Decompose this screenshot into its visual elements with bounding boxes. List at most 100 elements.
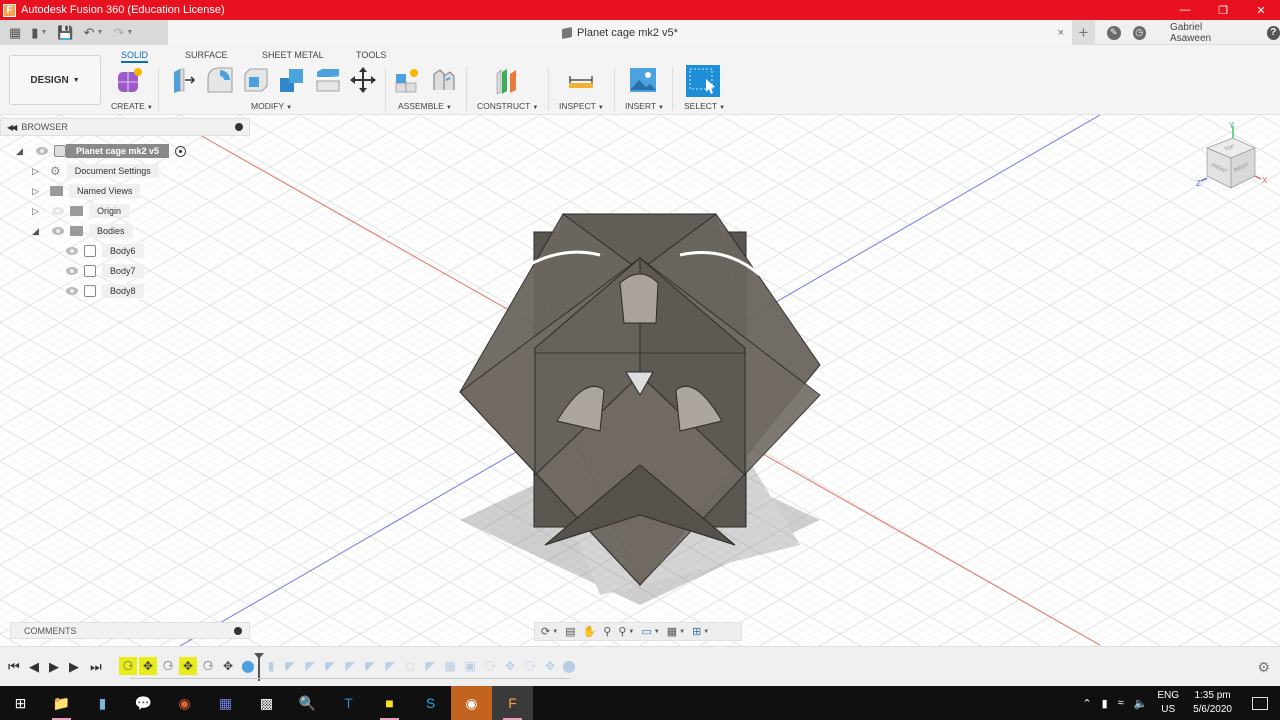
timeline-fillet-icon[interactable]: ◤ bbox=[321, 657, 339, 675]
orbit-icon[interactable]: ⟳ bbox=[541, 625, 550, 638]
new-tab-button[interactable]: + bbox=[1072, 20, 1096, 45]
collapse-browser-icon[interactable]: ◀◀ bbox=[7, 123, 17, 132]
media-player-icon[interactable]: ◉ bbox=[164, 686, 205, 720]
timeline-move-icon[interactable]: ✥ bbox=[219, 657, 237, 675]
collapsed-triangle-icon[interactable]: ▷ bbox=[32, 206, 44, 217]
browser-item-body7[interactable]: Body7 bbox=[66, 263, 144, 279]
press-pull-icon[interactable] bbox=[170, 66, 198, 94]
timeline-fillet-icon[interactable]: ◤ bbox=[421, 657, 439, 675]
select-icon[interactable] bbox=[686, 65, 720, 97]
split-body-icon[interactable] bbox=[314, 66, 342, 94]
browser-item-body8[interactable]: Body8 bbox=[66, 283, 144, 299]
joint-icon[interactable] bbox=[430, 66, 458, 94]
go-to-start-button[interactable]: ⏮ bbox=[8, 659, 20, 675]
notifications-icon[interactable] bbox=[1252, 696, 1268, 710]
canvas-grid[interactable] bbox=[0, 115, 1280, 646]
show-hidden-icons-chevron[interactable]: ⌃ bbox=[1082, 697, 1091, 710]
modify-menu[interactable]: MODIFY ▼ bbox=[251, 101, 292, 111]
hidden-eye-icon[interactable] bbox=[52, 207, 64, 215]
timeline-fillet-icon[interactable]: ◤ bbox=[361, 657, 379, 675]
sticky-notes-icon[interactable]: ■ bbox=[369, 686, 410, 720]
tab-surface[interactable]: SURFACE bbox=[185, 50, 228, 60]
pan-hand-icon[interactable]: ✋ bbox=[583, 625, 597, 638]
extensions-icon[interactable]: ✎ bbox=[1107, 25, 1121, 40]
timeline-component-icon[interactable]: ⚆ bbox=[199, 657, 217, 675]
user-name[interactable]: Gabriel Asaween bbox=[1170, 22, 1243, 44]
timeline-move-icon[interactable]: ✥ bbox=[139, 657, 157, 675]
notes-app-icon[interactable]: ▮ bbox=[82, 686, 123, 720]
zoom-icon[interactable]: ⚲ bbox=[603, 625, 611, 638]
timeline-move-icon[interactable]: ✥ bbox=[501, 657, 519, 675]
step-back-button[interactable]: ◀ bbox=[29, 659, 39, 675]
job-status-icon[interactable]: ◷ bbox=[1132, 25, 1146, 40]
help-icon[interactable]: ? bbox=[1266, 25, 1280, 40]
clock[interactable]: 1:35 pm 5/6/2020 bbox=[1193, 689, 1232, 717]
minimize-button[interactable]: — bbox=[1166, 0, 1204, 20]
timeline-component-icon[interactable]: ⚆ bbox=[521, 657, 539, 675]
select-menu[interactable]: SELECT ▼ bbox=[684, 101, 725, 111]
viewcube[interactable]: Y TOP FRONT RIGHT Z X bbox=[1195, 120, 1273, 195]
timeline-sphere-icon[interactable]: ⬤ bbox=[560, 657, 578, 675]
solar-app-icon[interactable]: ▦ bbox=[205, 686, 246, 720]
fillet-icon[interactable] bbox=[206, 66, 234, 94]
timeline-component-icon[interactable]: ⚆ bbox=[119, 657, 137, 675]
timeline-fillet-icon[interactable]: ◤ bbox=[301, 657, 319, 675]
add-comment-icon[interactable] bbox=[234, 627, 242, 635]
browser-item-origin[interactable]: ▷ Origin bbox=[32, 203, 130, 219]
measure-icon[interactable] bbox=[567, 66, 595, 94]
visibility-eye-icon[interactable] bbox=[66, 287, 78, 295]
timeline-sphere-icon[interactable]: ⬤ bbox=[239, 657, 257, 675]
timeline-sketch-icon[interactable]: □ bbox=[401, 657, 419, 675]
collapsed-triangle-icon[interactable]: ▷ bbox=[32, 166, 44, 177]
timeline-move-icon[interactable]: ✥ bbox=[179, 657, 197, 675]
inspect-menu[interactable]: INSPECT ▼ bbox=[559, 101, 604, 111]
step-forward-button[interactable]: ▶ bbox=[69, 659, 79, 675]
windows-start-icon[interactable]: ⊞ bbox=[0, 686, 41, 720]
root-component-label[interactable]: Planet cage mk2 v5 bbox=[66, 144, 170, 158]
go-to-end-button[interactable]: ⏭ bbox=[90, 659, 102, 675]
construct-menu[interactable]: CONSTRUCT ▼ bbox=[477, 101, 538, 111]
timeline-fillet-icon[interactable]: ◤ bbox=[381, 657, 399, 675]
timeline-combine-icon[interactable]: ▩ bbox=[441, 657, 459, 675]
timeline-shell-icon[interactable]: ▣ bbox=[461, 657, 479, 675]
close-tab-button[interactable]: × bbox=[1058, 27, 1064, 39]
insert-menu[interactable]: INSERT ▼ bbox=[625, 101, 664, 111]
expanded-triangle-icon[interactable]: ◢ bbox=[16, 146, 28, 157]
fusion360-taskbar-icon[interactable]: F bbox=[492, 686, 533, 720]
remote-desktop-icon[interactable]: 💬 bbox=[123, 686, 164, 720]
wifi-icon[interactable]: ≈ bbox=[1118, 697, 1124, 709]
grid-settings-icon[interactable]: ▦ bbox=[667, 625, 677, 638]
timeline-fillet-icon[interactable]: ◤ bbox=[281, 657, 299, 675]
visibility-eye-icon[interactable] bbox=[66, 247, 78, 255]
workspace-switcher[interactable]: DESIGN ▼ bbox=[9, 55, 101, 105]
insert-image-icon[interactable] bbox=[629, 66, 657, 94]
3d-viewport[interactable]: Y TOP FRONT RIGHT Z X bbox=[0, 115, 1280, 646]
language-indicator[interactable]: ENG US bbox=[1157, 689, 1179, 717]
new-component-icon[interactable] bbox=[116, 66, 144, 94]
collapsed-triangle-icon[interactable]: ▷ bbox=[32, 186, 44, 197]
volume-icon[interactable]: 🔈 bbox=[1134, 697, 1148, 710]
browser-item-named-views[interactable]: ▷ Named Views bbox=[32, 183, 141, 199]
undo-button[interactable]: ↶ ▼ bbox=[81, 24, 107, 42]
fit-icon[interactable]: ⚲ bbox=[618, 625, 626, 638]
file-menu-button[interactable]: ▮ ▼ bbox=[28, 24, 50, 42]
visibility-eye-icon[interactable] bbox=[66, 267, 78, 275]
display-settings-icon[interactable]: ▭ bbox=[641, 625, 651, 638]
visibility-eye-icon[interactable] bbox=[36, 147, 48, 155]
search-monitor-icon[interactable]: 🔍 bbox=[287, 686, 328, 720]
close-window-button[interactable]: ✕ bbox=[1242, 0, 1280, 20]
comments-panel[interactable]: COMMENTS bbox=[10, 622, 250, 639]
play-button[interactable]: ▶ bbox=[49, 659, 59, 675]
timeline-feature-icon[interactable]: ▮ bbox=[262, 657, 280, 675]
offset-plane-icon[interactable] bbox=[493, 66, 521, 94]
chrome-icon[interactable]: ◉ bbox=[451, 686, 492, 720]
timeline-settings-gear-icon[interactable]: ⚙ bbox=[1257, 659, 1270, 676]
timeline-fillet-icon[interactable]: ◤ bbox=[341, 657, 359, 675]
file-explorer-icon[interactable]: 📁 bbox=[41, 686, 82, 720]
save-icon[interactable]: 💾 bbox=[54, 24, 76, 42]
look-at-icon[interactable]: ▤ bbox=[565, 625, 575, 638]
move-copy-icon[interactable] bbox=[349, 66, 377, 94]
shell-icon[interactable] bbox=[242, 66, 270, 94]
terminal-icon[interactable]: ▩ bbox=[246, 686, 287, 720]
new-component-assemble-icon[interactable] bbox=[394, 66, 422, 94]
